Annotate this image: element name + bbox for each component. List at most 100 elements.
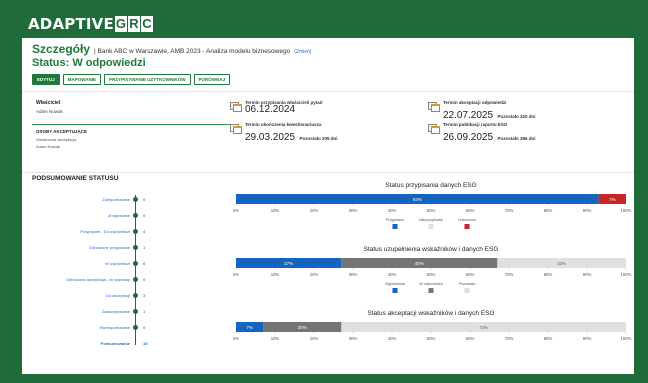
summary-title: PODSUMOWANIE STATUSU (32, 175, 119, 182)
tab-przypisywanie[interactable]: PRZYPISYWANIE UŻYTKOWNIKÓW (104, 74, 191, 85)
tick-label: 40% (388, 272, 397, 277)
logo: ADAPTIVE G R C (28, 10, 153, 38)
timeline-item[interactable]: Zaimportowane 0 (22, 195, 182, 203)
logo-letter-r: R (127, 16, 140, 32)
timeline-item[interactable]: Do akceptacji 3 (22, 291, 182, 299)
timeline-dot (133, 197, 138, 202)
timeline-dot (133, 229, 138, 234)
timeline-item[interactable]: Zaakceptowane 1 (22, 307, 182, 315)
tab-mapowanie[interactable]: MAPOWANIE (62, 74, 102, 85)
legend-swatch (464, 224, 470, 229)
timeline-value: 1 (143, 308, 146, 314)
timeline-value: 0 (143, 276, 146, 282)
timeline-total-value: 15 (143, 340, 148, 346)
tick-label: 10% (271, 208, 280, 213)
tick-label: 50% (427, 208, 436, 213)
calendar-icon (428, 102, 440, 112)
timeline-label: Do akceptacji (105, 292, 130, 298)
chart-title: Status akceptacji wskaźników i danych ES… (367, 310, 494, 317)
calendar-icon (230, 124, 242, 134)
change-link[interactable]: (Zmień) (294, 49, 311, 55)
deadline-publication: Termin publikacji raportu ESG 26.09.2025… (428, 122, 536, 145)
deadline-remaining: Pozostało 205 dni (299, 136, 338, 141)
timeline-item[interactable]: Odrzucona akceptacja - do poprawy 0 (22, 275, 182, 283)
timeline-label: Odrzucone przypisanie (89, 244, 130, 250)
deadline-remaining: Pozostało 320 dni (497, 114, 536, 119)
app-screen: Szczegóły | Bank ABC w Warszawie, AMB 20… (22, 38, 634, 374)
status-heading: Status: W odpowiedzi (32, 57, 146, 69)
timeline-label: Odrzucona akceptacja - do poprawy (65, 276, 130, 282)
tick-label: 0% (233, 272, 239, 277)
deadline-date: 29.03.2025 (245, 132, 296, 143)
timeline-dot (133, 245, 138, 250)
tick-label: 10% (271, 336, 280, 341)
deadline-assignment: Termin przypisania właścicieli pytań 06.… (230, 100, 322, 115)
tick-label: 30% (349, 336, 358, 341)
tick-label: 100% (621, 336, 632, 341)
timeline-item[interactable]: W odpowiedzi 6 (22, 259, 182, 267)
timeline-value: 0 (143, 196, 146, 202)
tick-label: 40% (388, 208, 397, 213)
legend-swatch (428, 224, 434, 229)
timeline-item[interactable]: Odrzucone przypisanie 1 (22, 243, 182, 251)
legend-label: Nieprzypisane (419, 218, 443, 222)
page-title: Szczegóły (32, 42, 91, 56)
tick-label: 70% (505, 336, 514, 341)
bar-label: 33% (557, 261, 566, 266)
tick-label: 80% (544, 208, 553, 213)
tick-label: 0% (233, 208, 239, 213)
bar-label: 73% (479, 325, 488, 330)
owner-label: Właściciel (36, 100, 61, 106)
bar-label: 27% (284, 261, 293, 266)
tick-label: 60% (466, 336, 475, 341)
timeline-label: W odpowiedzi (105, 260, 130, 266)
legend-label: Wypełnione (385, 282, 405, 286)
tab-porownaj[interactable]: PORÓWNAJ (193, 74, 231, 85)
timeline-label: Zmapowane (107, 212, 130, 218)
status-summary: PODSUMOWANIE STATUSU Zaimportowane 0 Zmap… (22, 173, 634, 363)
tick-label: 30% (349, 272, 358, 277)
legend-label: Przypisane (386, 218, 405, 222)
green-frame: ADAPTIVE G R C Szczegóły | Bank ABC w Wa… (0, 0, 648, 383)
timeline-value: 0 (143, 212, 146, 218)
logo-letter-g: G (114, 16, 127, 32)
timeline-label: Przypisane - Do odpowiedzi (80, 228, 130, 234)
deadline-remaining: Pozostało 386 dni (497, 136, 536, 141)
action-tabs: EDYTUJ MAPOWANIE PRZYPISYWANIE UŻYTKOWNI… (32, 74, 624, 85)
timeline-dot (133, 293, 138, 298)
tick-label: 50% (427, 336, 436, 341)
tick-label: 80% (544, 272, 553, 277)
tick-label: 70% (505, 272, 514, 277)
tick-label: 90% (583, 272, 592, 277)
tick-label: 100% (621, 208, 632, 213)
calendar-icon (230, 102, 242, 112)
timeline-value: 3 (143, 292, 146, 298)
timeline-item[interactable]: Wyeksportowane 0 (22, 323, 182, 331)
legend-swatch (428, 288, 434, 293)
bar-label: 93% (413, 197, 422, 202)
timeline-label: Wyeksportowane (99, 324, 130, 330)
timeline-dot (133, 213, 138, 218)
tick-label: 0% (233, 336, 239, 341)
timeline-value: 1 (143, 244, 146, 250)
tick-label: 40% (388, 336, 397, 341)
tick-label: 80% (544, 336, 553, 341)
legend-label: Pozostałe (459, 282, 476, 286)
legend-label: Odrzucone (458, 218, 477, 222)
timeline-item[interactable]: Przypisane - Do odpowiedzi 4 (22, 227, 182, 235)
tick-label: 50% (427, 272, 436, 277)
timeline-label: Zaakceptowane (101, 308, 130, 314)
legend-swatch (464, 288, 470, 293)
tick-label: 10% (271, 272, 280, 277)
bar-label: 20% (298, 325, 307, 330)
timeline-dot (133, 261, 138, 266)
tick-label: 70% (505, 208, 514, 213)
bar-label: 40% (415, 261, 424, 266)
page-subtitle: | Bank ABC w Warszawie, AMB 2023 - Anali… (94, 48, 291, 55)
tab-edytuj[interactable]: EDYTUJ (32, 74, 60, 85)
timeline-total-label: Podsumowanie (100, 340, 130, 346)
bar-label: 7% (609, 197, 616, 202)
timeline-dot (133, 325, 138, 330)
legend-swatch (392, 224, 398, 229)
timeline-item[interactable]: Zmapowane 0 (22, 211, 182, 219)
